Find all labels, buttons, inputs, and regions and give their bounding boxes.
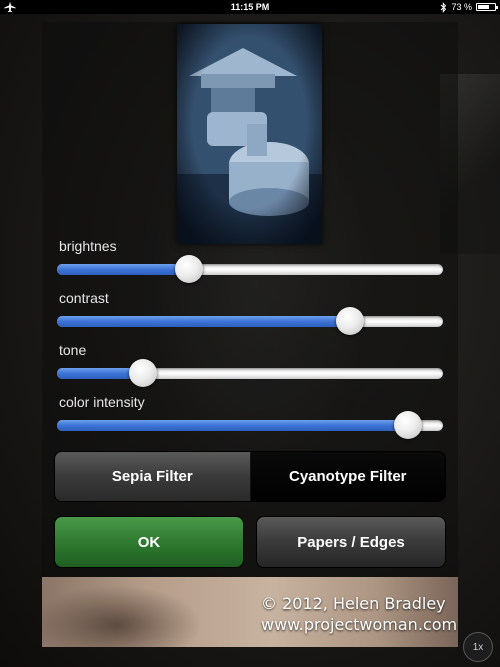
copyright-watermark: © 2012, Helen Bradley www.projectwoman.c… <box>261 593 457 635</box>
brightness-track[interactable] <box>57 264 443 275</box>
status-time: 11:15 PM <box>230 2 270 12</box>
tone-thumb[interactable] <box>128 359 157 387</box>
contrast-fill <box>57 316 351 327</box>
bluetooth-icon <box>441 1 447 13</box>
contrast-label: contrast <box>59 290 109 306</box>
ok-button[interactable]: OK <box>55 517 243 567</box>
tone-track[interactable] <box>57 368 443 379</box>
zoom-1x-button[interactable]: 1x <box>463 632 493 662</box>
brightness-fill <box>57 264 190 275</box>
cyanotype-filter-button[interactable]: Cyanotype Filter <box>250 452 445 501</box>
color-intensity-thumb[interactable] <box>393 411 422 439</box>
papers-edges-button[interactable]: Papers / Edges <box>257 517 445 567</box>
tone-label: tone <box>59 342 87 358</box>
brightness-label: brightnes <box>59 238 117 254</box>
contrast-track[interactable] <box>57 316 443 327</box>
copyright-line: © 2012, Helen Bradley <box>261 594 446 613</box>
status-bar: 11:15 PM 73 % <box>0 0 500 14</box>
brightness-thumb[interactable] <box>175 255 204 283</box>
photo-preview <box>177 24 322 244</box>
website-line: www.projectwoman.com <box>261 615 458 634</box>
battery-icon <box>476 3 498 11</box>
color-intensity-label: color intensity <box>59 394 145 410</box>
battery-percent: 73 % <box>451 2 472 12</box>
sepia-filter-button[interactable]: Sepia Filter <box>55 452 251 501</box>
filter-segmented-control: Sepia Filter Cyanotype Filter <box>55 452 445 501</box>
color-intensity-track[interactable] <box>57 420 443 431</box>
color-intensity-fill <box>57 420 408 431</box>
